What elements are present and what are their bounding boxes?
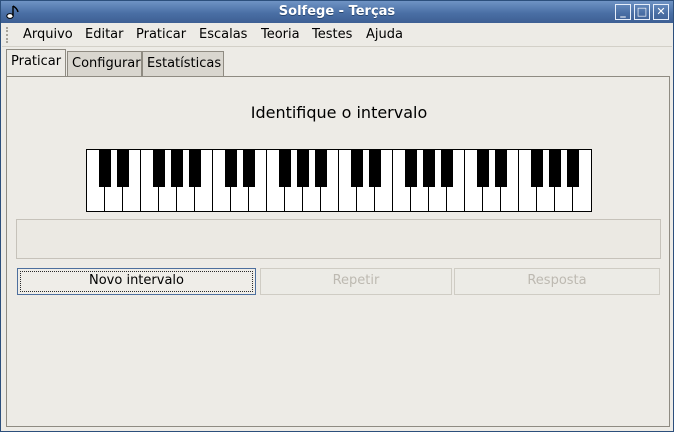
- menu-ajuda[interactable]: Ajuda: [366, 27, 403, 42]
- black-key[interactable]: [225, 150, 237, 187]
- black-key[interactable]: [279, 150, 291, 187]
- black-key[interactable]: [405, 150, 417, 187]
- tab-label: Estatísticas: [147, 56, 222, 71]
- answer-button[interactable]: Resposta: [454, 268, 660, 295]
- black-key[interactable]: [351, 150, 363, 187]
- close-icon: ✕: [656, 5, 666, 18]
- close-button[interactable]: ✕: [653, 4, 669, 20]
- menu-bar: Arquivo Editar Praticar Escalas Teoria T…: [2, 23, 672, 47]
- black-key[interactable]: [189, 150, 201, 187]
- black-key[interactable]: [441, 150, 453, 187]
- menu-testes[interactable]: Testes: [312, 27, 352, 42]
- black-key[interactable]: [549, 150, 561, 187]
- tab-praticar[interactable]: Praticar: [6, 49, 66, 76]
- menu-praticar[interactable]: Praticar: [136, 27, 186, 42]
- menu-teoria[interactable]: Teoria: [261, 27, 300, 42]
- maximize-icon: □: [636, 5, 648, 18]
- tab-estatisticas[interactable]: Estatísticas: [142, 51, 224, 76]
- black-key[interactable]: [423, 150, 435, 187]
- black-key[interactable]: [369, 150, 381, 187]
- tab-label: Configurar: [72, 56, 141, 71]
- exercise-heading: Identifique o intervalo: [250, 103, 428, 122]
- menu-escalas[interactable]: Escalas: [199, 27, 247, 42]
- black-key[interactable]: [315, 150, 327, 187]
- practice-panel: Identifique o intervalo Novo intervalo R…: [6, 76, 670, 427]
- piano-keyboard[interactable]: [86, 149, 592, 212]
- black-key[interactable]: [297, 150, 309, 187]
- black-key[interactable]: [171, 150, 183, 187]
- window-title: Solfege - Terças: [278, 4, 396, 19]
- black-key[interactable]: [531, 150, 543, 187]
- black-key[interactable]: [477, 150, 489, 187]
- black-key[interactable]: [567, 150, 579, 187]
- new-interval-button[interactable]: Novo intervalo: [17, 268, 256, 295]
- title-bar[interactable]: Solfege - Terças _ □ ✕: [1, 1, 673, 23]
- black-key[interactable]: [495, 150, 507, 187]
- repeat-button[interactable]: Repetir: [260, 268, 452, 295]
- app-window: Solfege - Terças _ □ ✕ Arquivo Editar Pr…: [0, 0, 674, 432]
- menu-arquivo[interactable]: Arquivo: [23, 27, 73, 42]
- minimize-button[interactable]: _: [615, 4, 631, 20]
- black-key[interactable]: [243, 150, 255, 187]
- black-key[interactable]: [99, 150, 111, 187]
- black-key[interactable]: [153, 150, 165, 187]
- menu-editar[interactable]: Editar: [85, 27, 124, 42]
- minimize-icon: _: [620, 5, 626, 18]
- menu-grip-handle[interactable]: [6, 27, 11, 43]
- tab-configurar[interactable]: Configurar: [67, 51, 142, 76]
- tab-label: Praticar: [11, 54, 62, 69]
- black-key[interactable]: [117, 150, 129, 187]
- answer-display: [16, 219, 661, 259]
- maximize-button[interactable]: □: [634, 4, 650, 20]
